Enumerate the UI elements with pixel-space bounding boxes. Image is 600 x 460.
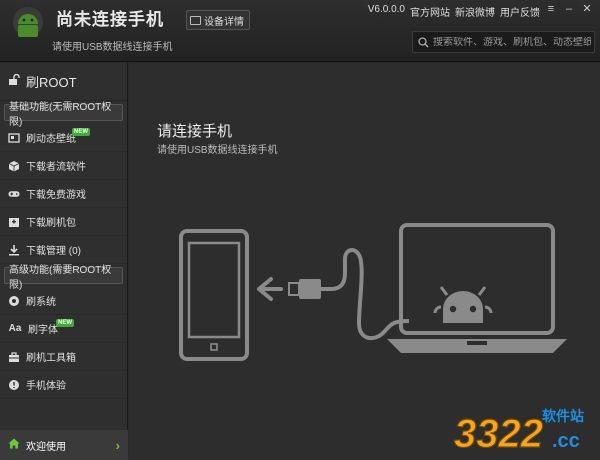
sidebar-item-label: 刷机工具箱: [26, 353, 76, 364]
gamepad-icon: [8, 188, 20, 200]
sidebar-item-system[interactable]: 刷系统: [0, 287, 127, 315]
welcome-button[interactable]: 欢迎使用 ›: [0, 430, 128, 460]
box-icon: [8, 160, 20, 172]
sidebar-item-label: 刷字体: [28, 325, 58, 336]
app-title: 尚未连接手机: [56, 10, 164, 29]
version-label: V6.0.0.0: [367, 4, 405, 15]
search-input[interactable]: [433, 36, 591, 48]
sidebar-item-font[interactable]: Aa 刷字体 NEW: [0, 315, 127, 343]
sidebar-item-experience[interactable]: 手机体验: [0, 371, 127, 399]
sidebar-item-downloads[interactable]: 下载管理 (0): [0, 236, 127, 264]
sidebar-item-label: 下载者流软件: [26, 162, 86, 173]
font-icon: Aa: [8, 323, 22, 334]
laptop-icon: [387, 223, 567, 353]
sidebar-item-rom[interactable]: 下载刷机包: [0, 208, 127, 236]
title-bar: 尚未连接手机 请使用USB数据线连接手机 设备详情 V6.0.0.0 官方网站 …: [0, 0, 600, 62]
sidebar-item-games[interactable]: 下载免费游戏: [0, 180, 127, 208]
close-icon[interactable]: ✕: [580, 2, 594, 16]
device-details-label: 设备详情: [204, 16, 244, 28]
new-badge: NEW: [72, 128, 90, 136]
device-details-button[interactable]: 设备详情: [186, 10, 250, 30]
site-watermark: 3322 软件站 .cc: [452, 399, 600, 457]
sidebar-item-wallpaper[interactable]: 刷动态壁纸 NEW: [0, 124, 127, 152]
sidebar-item-label: 刷动态壁纸: [26, 134, 76, 145]
top-links: V6.0.0.0 官方网站 新浪微博 用户反馈: [368, 4, 540, 19]
sidebar-item-software[interactable]: 下载者流软件: [0, 152, 127, 180]
basic-section-header: 基础功能(无需ROOT权限): [4, 102, 123, 128]
sidebar-item-label: 下载管理 (0): [26, 246, 81, 257]
sidebar-item-label: 下载免费游戏: [26, 190, 86, 201]
connection-illustration: [179, 223, 567, 361]
search-box: [412, 31, 595, 53]
wallpaper-icon: [8, 132, 20, 144]
unlock-icon: [8, 73, 20, 89]
android-logo: [13, 7, 43, 37]
welcome-label: 欢迎使用: [26, 441, 66, 453]
root-label: 刷ROOT: [26, 75, 77, 90]
arrow-left-icon: [257, 277, 283, 301]
system-icon: [8, 295, 20, 307]
root-button[interactable]: 刷ROOT: [0, 63, 127, 101]
link-official-site[interactable]: 官方网站: [410, 4, 450, 19]
experience-icon: [8, 379, 20, 391]
watermark-number: 3322: [454, 412, 543, 456]
watermark-site: 软件站: [542, 408, 584, 425]
usb-cable-icon: [288, 248, 410, 341]
device-icon: [190, 15, 201, 25]
download-icon: [8, 244, 20, 256]
connect-subtitle: 请使用USB数据线连接手机: [157, 145, 278, 156]
sidebar-item-label: 下载刷机包: [26, 218, 76, 229]
phone-icon: [179, 229, 249, 361]
package-icon: [8, 216, 20, 228]
link-feedback[interactable]: 用户反馈: [500, 4, 540, 19]
chevron-right-icon: ›: [115, 437, 120, 453]
link-weibo[interactable]: 新浪微博: [455, 4, 495, 19]
toolbox-icon: [8, 351, 20, 363]
watermark-domain: .cc: [552, 430, 580, 452]
new-badge: NEW: [56, 319, 74, 327]
sidebar-item-label: 手机体验: [26, 381, 66, 392]
search-icon[interactable]: [413, 32, 433, 52]
advanced-section-header: 高级功能(需要ROOT权限): [4, 265, 123, 291]
sidebar: 刷ROOT 基础功能(无需ROOT权限) 刷动态壁纸 NEW 下载者流软件 下载…: [0, 63, 128, 460]
app-subtitle: 请使用USB数据线连接手机: [52, 42, 173, 53]
window-controls: ≡ – ✕: [544, 2, 594, 16]
sidebar-item-label: 刷系统: [26, 297, 56, 308]
menu-icon[interactable]: ≡: [544, 2, 558, 16]
connect-title: 请连接手机: [157, 123, 233, 140]
home-icon: [8, 438, 20, 452]
minimize-icon[interactable]: –: [562, 2, 576, 16]
sidebar-item-toolbox[interactable]: 刷机工具箱: [0, 343, 127, 371]
